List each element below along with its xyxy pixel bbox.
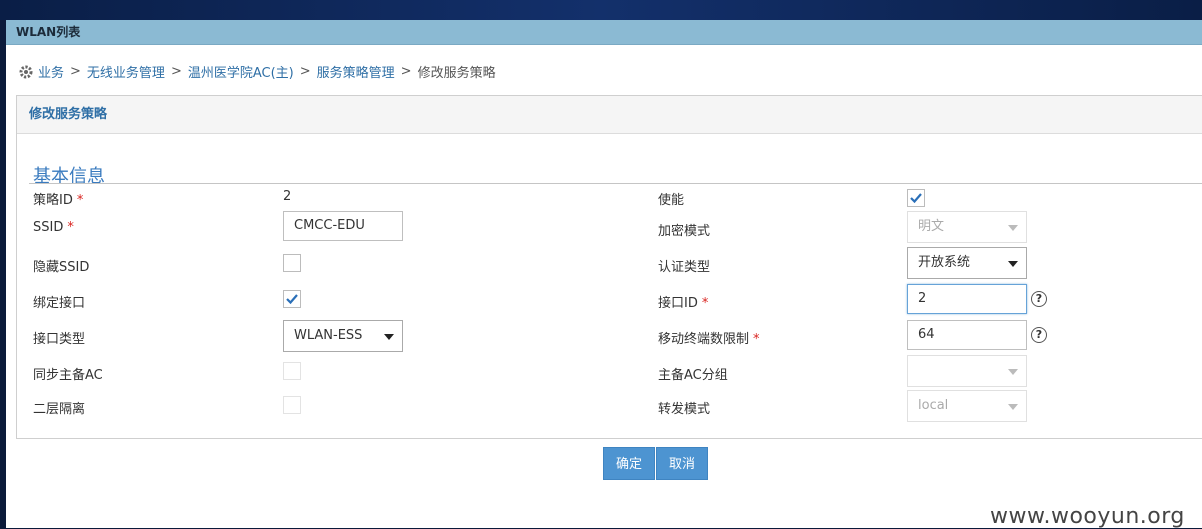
interface-type-label: 接口类型 [33, 332, 86, 347]
caret-down-icon [1008, 369, 1018, 375]
section-divider [29, 183, 1202, 184]
max-terminals-label: 移动终端数限制 * [658, 328, 760, 347]
ac-group-label: 主备AC分组 [658, 368, 728, 383]
required-mark: * [753, 332, 760, 347]
question-circle-icon[interactable]: ? [1031, 291, 1047, 307]
auth-type-value: 开放系统 [918, 255, 971, 270]
policy-id-label: 策略ID * [33, 189, 83, 208]
max-terminals-input[interactable]: 64 [907, 320, 1027, 350]
breadcrumb-link-business[interactable]: 业务 [38, 62, 64, 81]
breadcrumb-link-policy-mgmt[interactable]: 服务策略管理 [317, 62, 395, 81]
sync-ac-checkbox [283, 362, 301, 380]
encryption-value: 明文 [918, 219, 945, 234]
wlan-list-window: WLAN列表 业务 > 无线业务管理 > 温州医学院AC(主) > 服务策略管理… [6, 20, 1202, 529]
confirm-button[interactable]: 确定 [603, 447, 655, 480]
breadcrumb-link-wireless[interactable]: 无线业务管理 [87, 62, 165, 81]
cancel-button[interactable]: 取消 [656, 447, 708, 480]
forward-mode-value: local [918, 398, 949, 413]
enable-label: 使能 [658, 193, 685, 208]
breadcrumb-separator: > [400, 64, 412, 79]
breadcrumb: 业务 > 无线业务管理 > 温州医学院AC(主) > 服务策略管理 > 修改服务… [18, 62, 496, 81]
checkmark-icon [286, 294, 298, 305]
required-mark: * [76, 193, 84, 208]
forward-mode-select: local [907, 390, 1027, 422]
hide-ssid-checkbox[interactable] [283, 254, 301, 272]
breadcrumb-current: 修改服务策略 [417, 66, 496, 81]
required-mark: * [701, 296, 709, 311]
interface-id-label: 接口ID * [658, 292, 708, 311]
bind-interface-checkbox[interactable] [283, 290, 301, 308]
caret-down-icon [384, 334, 394, 340]
forward-mode-label: 转发模式 [658, 402, 711, 417]
ssid-input[interactable]: CMCC-EDU [283, 211, 403, 241]
auth-type-label: 认证类型 [658, 260, 711, 275]
question-circle-icon[interactable]: ? [1031, 327, 1047, 343]
breadcrumb-separator: > [170, 64, 182, 79]
interface-id-input[interactable]: 2 [907, 284, 1027, 314]
ac-group-select [907, 355, 1027, 387]
policy-id-label-text: 策略ID [33, 193, 73, 208]
l2-isolation-label: 二层隔离 [33, 402, 86, 417]
ssid-label: SSID * [33, 220, 74, 235]
caret-down-icon [1008, 225, 1018, 231]
auth-type-select[interactable]: 开放系统 [907, 247, 1027, 279]
required-mark: * [67, 220, 74, 235]
max-terminals-label-text: 移动终端数限制 [658, 332, 750, 347]
hide-ssid-label: 隐藏SSID [33, 260, 90, 275]
enable-checkbox[interactable] [907, 189, 925, 207]
gear-icon [19, 65, 33, 78]
encryption-select: 明文 [907, 211, 1027, 243]
window-title: WLAN列表 [6, 20, 1202, 45]
interface-id-label-text: 接口ID [658, 296, 698, 311]
caret-down-icon [1008, 404, 1018, 410]
checkmark-icon [910, 193, 922, 204]
edit-policy-panel: 修改服务策略 基本信息 策略ID * 2 SSID * CMCC-EDU 隐藏SSI… [16, 95, 1202, 439]
policy-id-value: 2 [283, 189, 292, 204]
bind-interface-label: 绑定接口 [33, 296, 86, 311]
caret-down-icon [1008, 261, 1018, 267]
breadcrumb-separator: > [299, 64, 311, 79]
panel-title: 修改服务策略 [17, 96, 1202, 134]
l2-isolation-checkbox [283, 396, 301, 414]
interface-type-value: WLAN-ESS [294, 328, 363, 343]
interface-type-select[interactable]: WLAN-ESS [283, 320, 403, 352]
watermark: www.wooyun.org [990, 504, 1185, 529]
section-title: 基本信息 [33, 166, 105, 187]
breadcrumb-separator: > [70, 64, 81, 79]
desktop-background [0, 0, 1202, 20]
breadcrumb-link-ac[interactable]: 温州医学院AC(主) [188, 62, 294, 81]
sync-ac-label: 同步主备AC [33, 368, 103, 383]
encryption-label: 加密模式 [658, 224, 711, 239]
ssid-label-text: SSID [33, 220, 64, 235]
